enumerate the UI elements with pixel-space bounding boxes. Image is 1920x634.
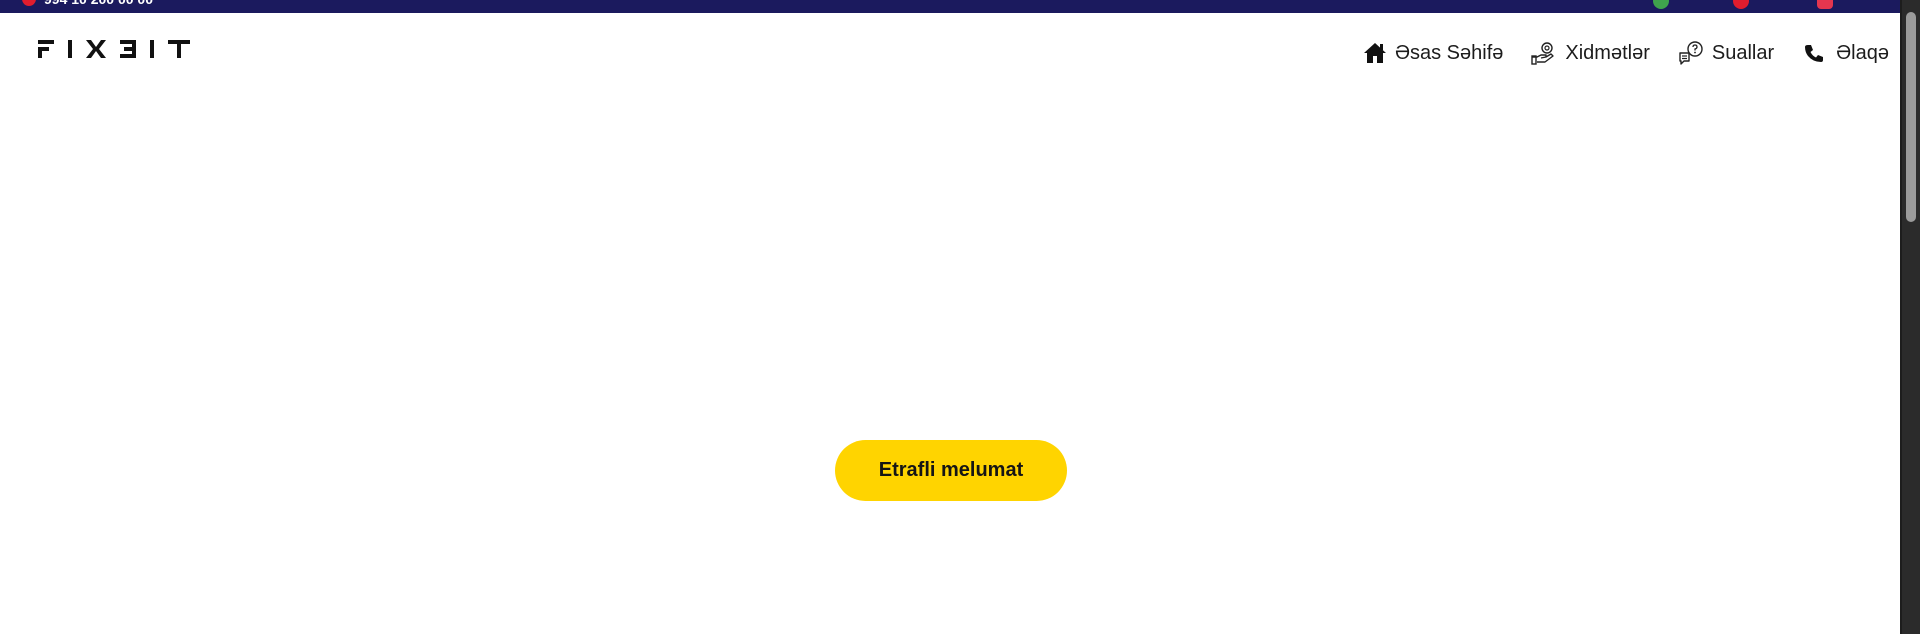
fixbit-logo (38, 40, 190, 58)
phone-icon (22, 0, 36, 6)
top-bar: 994 10 200 00 00 (0, 0, 1920, 13)
scrollbar-thumb[interactable] (1906, 12, 1916, 222)
page: 994 10 200 00 00 (0, 0, 1920, 634)
top-phone-number: 994 10 200 00 00 (44, 0, 153, 8)
nav-item-contact[interactable]: Əlaqə (1802, 42, 1889, 65)
main-nav: Əsas Səhifə Xidmətlər Suallar Əlaqə (1363, 41, 1889, 65)
top-phone-link[interactable]: 994 10 200 00 00 (22, 0, 153, 8)
nav-label-services: Xidmətlər (1565, 41, 1650, 64)
faq-chat-icon (1679, 41, 1703, 65)
instagram-icon[interactable] (1817, 0, 1833, 9)
nav-item-home[interactable]: Əsas Səhifə (1363, 42, 1503, 65)
nav-item-faq[interactable]: Suallar (1678, 41, 1774, 65)
phone-icon (1805, 45, 1824, 62)
nav-label-faq: Suallar (1711, 41, 1775, 64)
whatsapp-icon[interactable] (1653, 0, 1669, 9)
nav-label-home: Əsas Səhifə (1394, 41, 1504, 64)
logo[interactable] (38, 36, 200, 62)
nav-item-services[interactable]: Xidmətlər (1531, 41, 1650, 65)
social-icon[interactable] (1733, 0, 1749, 9)
nav-label-contact: Əlaqə (1836, 41, 1889, 64)
services-hand-gear-icon (1531, 42, 1555, 65)
home-icon (1363, 43, 1386, 63)
more-info-button[interactable]: Etrafli melumat (835, 440, 1067, 501)
